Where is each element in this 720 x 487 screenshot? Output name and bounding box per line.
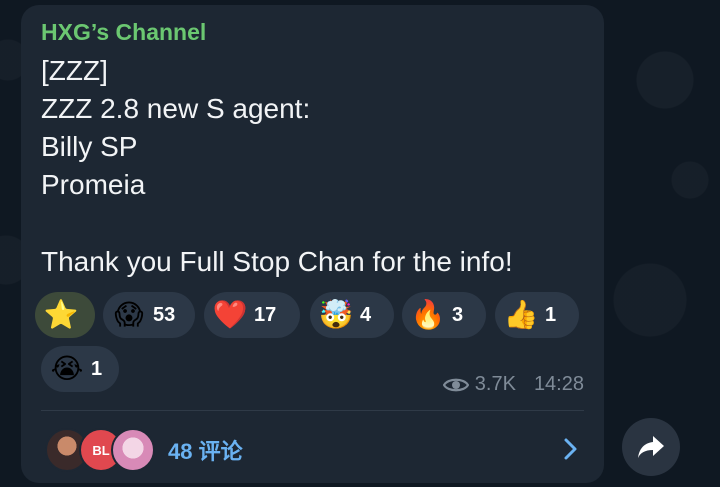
message-time: 14:28 bbox=[533, 373, 584, 395]
reaction-count: 1 bbox=[91, 357, 103, 380]
reaction-heart-button[interactable]: ❤️ 17 bbox=[204, 292, 300, 338]
message-line: Thank you Full Stop Chan for the info! bbox=[41, 246, 513, 277]
comments-button[interactable]: BL 48 评论 bbox=[21, 415, 604, 483]
reaction-mind-blown-button[interactable]: 🤯 4 bbox=[310, 292, 394, 338]
avatar bbox=[111, 428, 155, 472]
share-button[interactable] bbox=[622, 418, 680, 476]
reaction-fire-button[interactable]: 🔥 3 bbox=[402, 292, 486, 338]
message-line: [ZZZ] bbox=[41, 55, 108, 86]
thumbs-up-icon: 👍 bbox=[503, 299, 539, 330]
view-count: 3.7K bbox=[474, 373, 516, 395]
comments-label: 48 评论 bbox=[168, 439, 243, 464]
crying-face-icon: 😭 bbox=[50, 353, 84, 384]
star-icon: ⭐ bbox=[43, 299, 79, 330]
reaction-crying-button[interactable]: 😭 1 bbox=[41, 346, 119, 392]
share-arrow-icon bbox=[638, 436, 664, 458]
reaction-count: 53 bbox=[153, 303, 176, 326]
channel-name[interactable]: HXG’s Channel bbox=[41, 19, 206, 46]
message-meta: 3.7K 14:28 bbox=[442, 373, 584, 396]
reaction-thumbs-up-button[interactable]: 👍 1 bbox=[495, 292, 579, 338]
divider bbox=[41, 410, 584, 411]
reaction-count: 3 bbox=[452, 303, 464, 326]
mind-blown-icon: 🤯 bbox=[318, 299, 354, 330]
reaction-star-button[interactable]: ⭐ bbox=[35, 292, 95, 338]
reaction-count: 4 bbox=[360, 303, 372, 326]
reaction-scream-button[interactable]: 😱 53 bbox=[103, 292, 195, 338]
avatar-initials: BL bbox=[92, 442, 110, 458]
scream-face-icon: 😱 bbox=[114, 299, 144, 330]
reaction-count: 17 bbox=[254, 303, 277, 326]
message-line: ZZZ 2.8 new S agent: bbox=[41, 93, 311, 124]
eye-icon bbox=[442, 378, 469, 391]
reaction-count: 1 bbox=[545, 303, 557, 326]
message-line: Billy SP bbox=[41, 131, 138, 162]
heart-icon: ❤️ bbox=[212, 299, 248, 330]
chevron-right-icon bbox=[564, 438, 577, 460]
message-line: Promeia bbox=[41, 169, 146, 200]
fire-icon: 🔥 bbox=[410, 299, 446, 330]
message-bubble: HXG’s Channel [ZZZ] ZZZ 2.8 new S agent:… bbox=[21, 5, 604, 483]
